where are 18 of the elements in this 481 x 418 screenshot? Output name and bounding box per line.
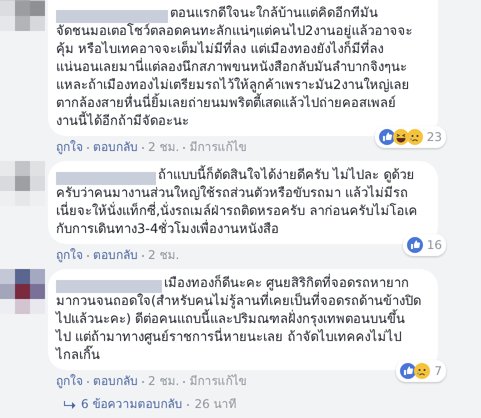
meta-text: 2 ชม.	[148, 248, 180, 263]
reaction-badge[interactable]: 16	[402, 234, 446, 256]
action-link[interactable]: ถูกใจ	[56, 140, 83, 155]
action-link[interactable]: ถูกใจ	[56, 374, 83, 389]
meta-text: 2 ชม.	[148, 374, 180, 389]
action-link[interactable]: ถูกใจ	[56, 248, 83, 263]
meta-text: มีการแก้ไข	[189, 140, 246, 155]
avatar[interactable]	[0, 269, 45, 314]
action-link[interactable]: ตอบกลับ	[93, 248, 138, 263]
reply-time: 26 นาที	[194, 397, 237, 412]
reaction-badge[interactable]: 7	[396, 360, 446, 382]
meta-text: มีการแก้ไข	[189, 374, 246, 389]
action-link[interactable]: ตอบกลับ	[93, 374, 138, 389]
reaction-badge[interactable]: 23	[374, 126, 446, 148]
reply-arrow-icon	[64, 400, 76, 410]
replies-link[interactable]: 6 ข้อความตอบกลับ	[81, 397, 182, 412]
meta-text: 2 ชม.	[148, 140, 180, 155]
action-link[interactable]: ตอบกลับ	[93, 140, 138, 155]
